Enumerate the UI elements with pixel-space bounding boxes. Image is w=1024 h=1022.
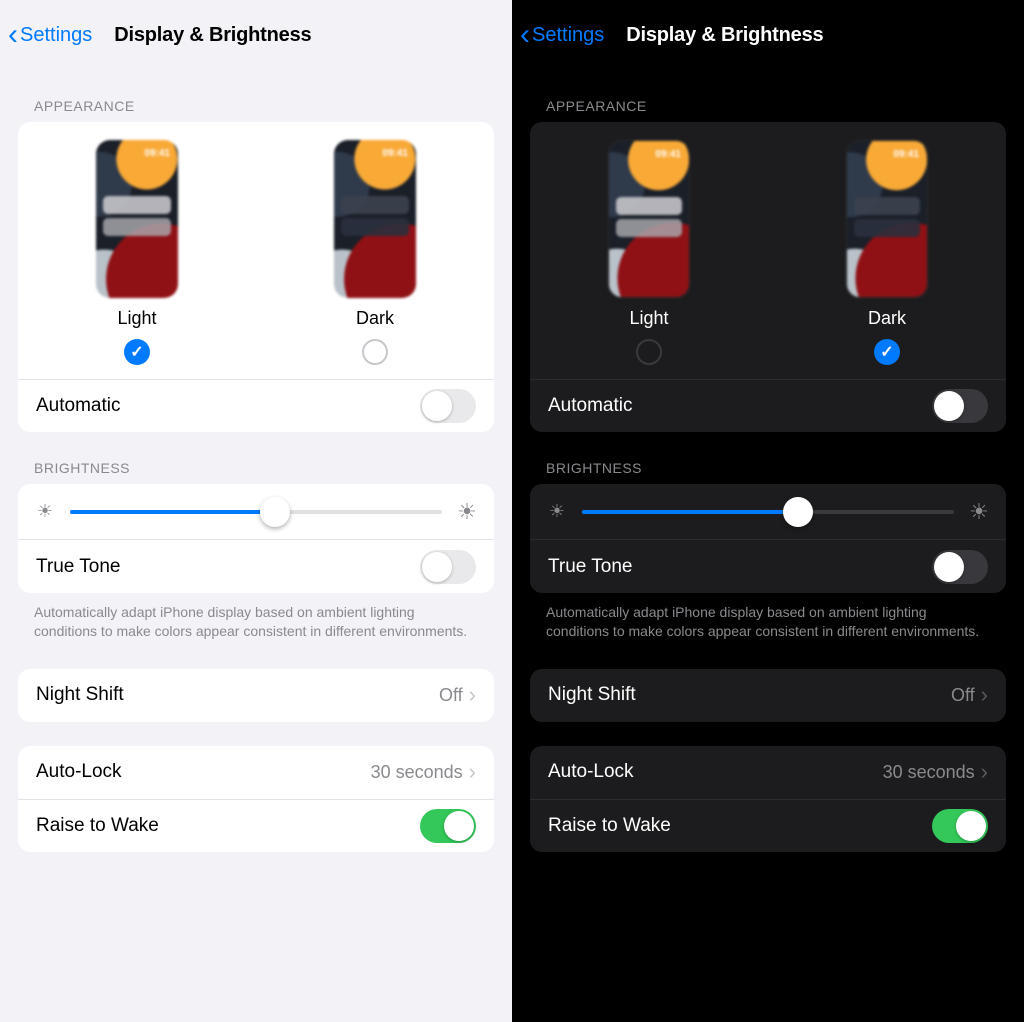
truetone-switch[interactable] [932, 550, 988, 584]
section-brightness-label: BRIGHTNESS [512, 432, 1024, 484]
appearance-dark-preview: 09:41 [846, 140, 928, 298]
appearance-group: 09:41 Light 09:41 Dark Automatic [18, 122, 494, 432]
nightshift-group: Night Shift Off › [530, 669, 1006, 722]
automatic-row: Automatic [18, 379, 494, 432]
autolock-row[interactable]: Auto-Lock 30 seconds › [18, 746, 494, 799]
appearance-dark-option[interactable]: 09:41 Dark [256, 140, 494, 365]
brightness-slider-row: ☀ ☀ [18, 484, 494, 540]
autolock-value: 30 seconds [883, 762, 975, 783]
raise-label: Raise to Wake [36, 815, 420, 837]
appearance-light-option[interactable]: 09:41 Light [530, 140, 768, 365]
appearance-light-preview: 09:41 [96, 140, 178, 298]
section-appearance-label: APPEARANCE [0, 70, 512, 122]
lock-group: Auto-Lock 30 seconds › Raise to Wake [18, 746, 494, 852]
back-button[interactable]: ‹ Settings [520, 20, 604, 50]
appearance-dark-option[interactable]: 09:41 Dark [768, 140, 1006, 365]
nightshift-value: Off [951, 685, 975, 706]
raise-switch[interactable] [420, 809, 476, 843]
sun-min-icon: ☀ [34, 501, 56, 523]
appearance-light-label: Light [629, 308, 668, 329]
chevron-left-icon: ‹ [520, 20, 530, 50]
brightness-slider[interactable] [70, 510, 442, 514]
autolock-value: 30 seconds [371, 762, 463, 783]
appearance-dark-preview: 09:41 [334, 140, 416, 298]
truetone-row: True Tone [530, 540, 1006, 593]
appearance-options: 09:41 Light 09:41 Dark [530, 122, 1006, 379]
brightness-slider-row: ☀ ☀ [530, 484, 1006, 540]
section-brightness-label: BRIGHTNESS [0, 432, 512, 484]
preview-clock: 09:41 [655, 149, 681, 160]
nightshift-value: Off [439, 685, 463, 706]
page-title: Display & Brightness [92, 24, 504, 47]
automatic-switch[interactable] [420, 389, 476, 423]
appearance-light-radio[interactable] [636, 339, 662, 365]
truetone-label: True Tone [36, 556, 420, 578]
automatic-row: Automatic [530, 379, 1006, 432]
back-label: Settings [532, 24, 604, 47]
appearance-dark-label: Dark [356, 308, 394, 329]
truetone-row: True Tone [18, 540, 494, 593]
brightness-slider[interactable] [582, 510, 954, 514]
autolock-row[interactable]: Auto-Lock 30 seconds › [530, 746, 1006, 799]
raise-row: Raise to Wake [530, 799, 1006, 852]
truetone-switch[interactable] [420, 550, 476, 584]
page-title: Display & Brightness [604, 24, 1016, 47]
nightshift-group: Night Shift Off › [18, 669, 494, 722]
chevron-right-icon: › [981, 682, 988, 708]
autolock-label: Auto-Lock [548, 761, 883, 783]
sun-max-icon: ☀ [456, 501, 478, 523]
preview-clock: 09:41 [144, 148, 170, 159]
appearance-light-option[interactable]: 09:41 Light [18, 140, 256, 365]
nav-bar: ‹ Settings Display & Brightness [512, 0, 1024, 70]
lock-group: Auto-Lock 30 seconds › Raise to Wake [530, 746, 1006, 852]
automatic-label: Automatic [548, 395, 932, 417]
settings-display-brightness-light: ‹ Settings Display & Brightness APPEARAN… [0, 0, 512, 1022]
sun-max-icon: ☀ [968, 501, 990, 523]
truetone-label: True Tone [548, 556, 932, 578]
nightshift-label: Night Shift [548, 684, 951, 706]
raise-row: Raise to Wake [18, 799, 494, 852]
appearance-dark-radio[interactable] [362, 339, 388, 365]
settings-display-brightness-dark: ‹ Settings Display & Brightness APPEARAN… [512, 0, 1024, 1022]
sun-min-icon: ☀ [546, 501, 568, 523]
automatic-label: Automatic [36, 395, 420, 417]
appearance-dark-radio[interactable] [874, 339, 900, 365]
back-label: Settings [20, 24, 92, 47]
chevron-right-icon: › [469, 682, 476, 708]
section-appearance-label: APPEARANCE [512, 70, 1024, 122]
truetone-note: Automatically adapt iPhone display based… [512, 593, 1024, 645]
appearance-light-radio[interactable] [124, 339, 150, 365]
brightness-group: ☀ ☀ True Tone [18, 484, 494, 593]
appearance-light-label: Light [117, 308, 156, 329]
back-button[interactable]: ‹ Settings [8, 20, 92, 50]
appearance-group: 09:41 Light 09:41 Dark Automatic [530, 122, 1006, 432]
nightshift-row[interactable]: Night Shift Off › [530, 669, 1006, 722]
chevron-right-icon: › [981, 759, 988, 785]
brightness-group: ☀ ☀ True Tone [530, 484, 1006, 593]
preview-clock: 09:41 [382, 148, 408, 159]
raise-switch[interactable] [932, 809, 988, 843]
appearance-options: 09:41 Light 09:41 Dark [18, 122, 494, 379]
appearance-dark-label: Dark [868, 308, 906, 329]
chevron-left-icon: ‹ [8, 20, 18, 50]
raise-label: Raise to Wake [548, 815, 932, 837]
preview-clock: 09:41 [893, 149, 919, 160]
autolock-label: Auto-Lock [36, 761, 371, 783]
automatic-switch[interactable] [932, 389, 988, 423]
nav-bar: ‹ Settings Display & Brightness [0, 0, 512, 70]
truetone-note: Automatically adapt iPhone display based… [0, 593, 512, 645]
chevron-right-icon: › [469, 759, 476, 785]
nightshift-label: Night Shift [36, 684, 439, 706]
appearance-light-preview: 09:41 [608, 140, 690, 298]
nightshift-row[interactable]: Night Shift Off › [18, 669, 494, 722]
